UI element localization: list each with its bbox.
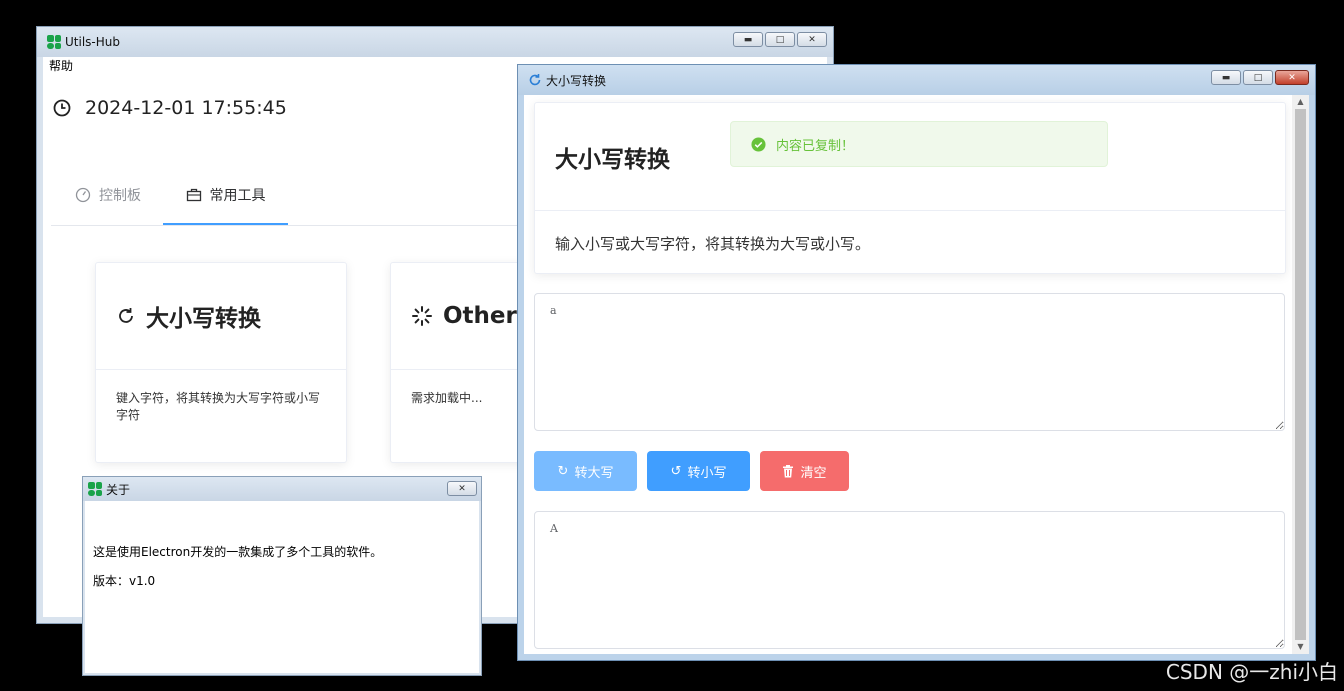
input-textarea[interactable] <box>534 293 1285 431</box>
maximize-button[interactable]: □ <box>1243 70 1273 85</box>
converter-client: 大小写转换 输入小写或大写字符，将其转换为大写或小写。 内容已复制！ ↻ 转大写… <box>524 95 1309 654</box>
datetime-text: 2024-12-01 17:55:45 <box>85 97 287 119</box>
to-lowercase-label: 转小写 <box>687 465 727 481</box>
tool-card-title: 大小写转换 <box>146 306 261 332</box>
converter-header-card: 大小写转换 输入小写或大写字符，将其转换为大写或小写。 内容已复制！ <box>534 102 1286 274</box>
close-button[interactable]: ✕ <box>797 32 827 47</box>
refresh-icon <box>529 74 541 86</box>
output-textarea[interactable] <box>534 511 1285 649</box>
tab-common-tools-label: 常用工具 <box>209 188 266 204</box>
clear-button[interactable]: 清空 <box>760 451 849 491</box>
to-uppercase-label: 转大写 <box>574 465 614 481</box>
converter-heading-text: 大小写转换 <box>555 146 670 173</box>
refresh-icon <box>119 308 133 323</box>
to-lowercase-button[interactable]: ↺ 转小写 <box>647 451 750 491</box>
briefcase-icon <box>186 188 201 202</box>
clear-label: 清空 <box>800 465 827 481</box>
tab-dashboard[interactable]: 控制板 <box>75 167 141 223</box>
about-title: 关于 <box>106 482 131 497</box>
scroll-down-icon[interactable]: ▼ <box>1292 640 1309 654</box>
about-client: 这是使用Electron开发的一款集成了多个工具的软件。 版本：v1.0 <box>85 501 479 673</box>
watermark: CSDN @一zhi小白 <box>1165 660 1338 684</box>
maximize-button[interactable]: □ <box>765 32 795 47</box>
to-uppercase-button[interactable]: ↻ 转大写 <box>534 451 637 491</box>
minimize-button[interactable]: ▬ <box>733 32 763 47</box>
tool-card-description: 键入字符，将其转换为大写字符或小写字符 <box>116 391 321 422</box>
datetime-display: 2024-12-01 17:55:45 <box>53 97 287 119</box>
about-dialog: 关于 ✕ 这是使用Electron开发的一款集成了多个工具的软件。 版本：v1.… <box>82 476 482 676</box>
minimize-button[interactable]: ▬ <box>1211 70 1241 85</box>
converter-window: 大小写转换 ▬ □ ✕ 大小写转换 输入小写或大写字符，将其转换为大写或小写。 … <box>517 64 1316 661</box>
tool-card-case-convert[interactable]: 大小写转换 键入字符，将其转换为大写字符或小写字符 <box>95 262 347 463</box>
about-text: 这是使用Electron开发的一款集成了多个工具的软件。 <box>93 545 383 559</box>
tool-card-header: 大小写转换 <box>96 263 346 370</box>
about-titlebar[interactable]: 关于 ✕ <box>83 477 481 501</box>
scroll-up-icon[interactable]: ▲ <box>1292 95 1309 109</box>
loading-icon <box>412 306 432 326</box>
converter-window-title: 大小写转换 <box>546 73 607 88</box>
clock-icon <box>53 99 71 117</box>
about-version: 版本：v1.0 <box>93 574 156 588</box>
menu-item-help[interactable]: 帮助 <box>49 57 73 74</box>
tab-common-tools[interactable]: 常用工具 <box>163 167 288 225</box>
dashboard-icon <box>75 187 91 203</box>
tab-dashboard-label: 控制板 <box>99 188 141 204</box>
toast-text: 内容已复制！ <box>776 138 855 154</box>
app-logo-icon <box>88 482 102 496</box>
app-logo-icon <box>47 35 61 49</box>
vertical-scrollbar[interactable]: ▲ ▼ <box>1292 95 1309 654</box>
refresh-icon: ↻ <box>557 463 569 479</box>
delete-icon <box>783 464 794 477</box>
scrollbar-thumb[interactable] <box>1295 109 1306 640</box>
about-close-button[interactable]: ✕ <box>447 481 477 496</box>
converter-description: 输入小写或大写字符，将其转换为大写或小写。 <box>555 235 871 253</box>
main-titlebar[interactable]: Utils-Hub ▬ □ ✕ <box>37 27 833 57</box>
check-circle-icon <box>751 136 766 152</box>
copied-toast: 内容已复制！ <box>730 121 1108 167</box>
refresh-left-icon: ↺ <box>670 463 682 479</box>
tool-card-title: Other <box>443 303 517 329</box>
main-window-title: Utils-Hub <box>65 35 120 49</box>
close-button[interactable]: ✕ <box>1275 70 1309 85</box>
converter-titlebar[interactable]: 大小写转换 ▬ □ ✕ <box>518 65 1315 95</box>
